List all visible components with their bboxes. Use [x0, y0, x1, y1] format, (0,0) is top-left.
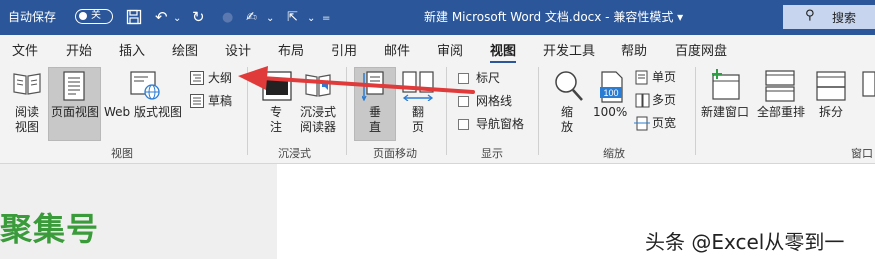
annotation-arrow	[238, 66, 475, 94]
